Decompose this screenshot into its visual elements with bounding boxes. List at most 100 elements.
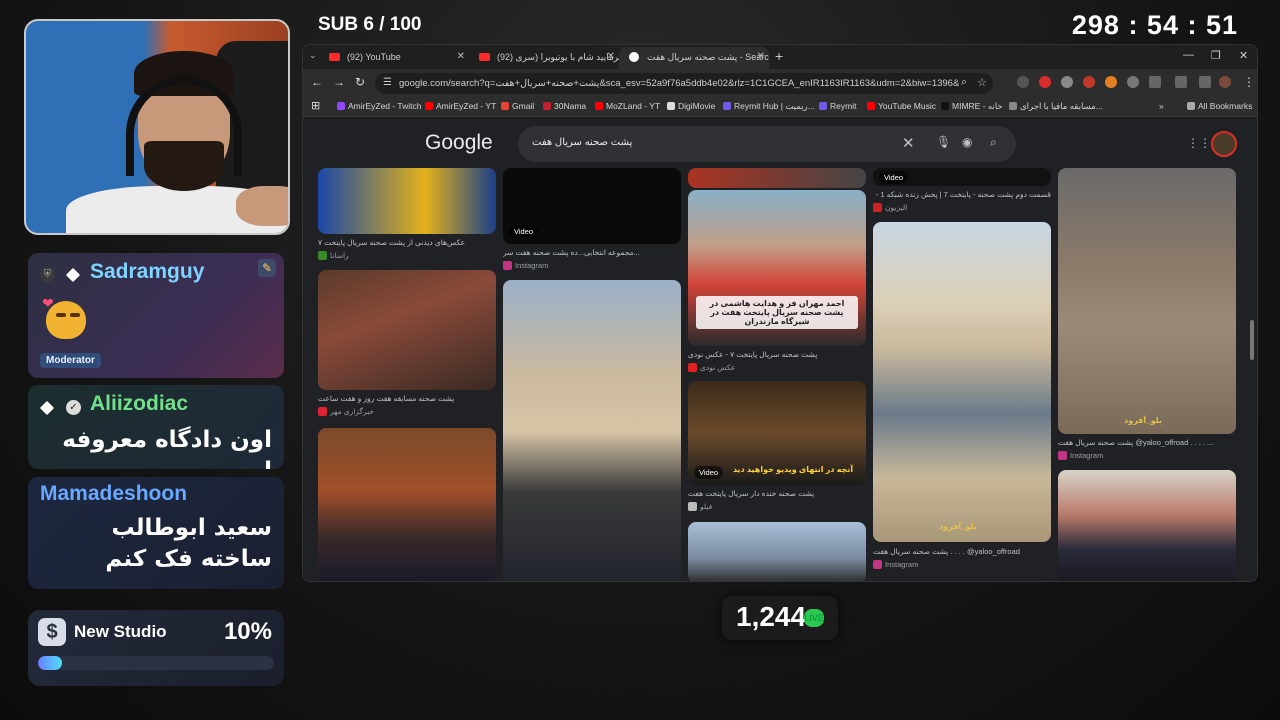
moderator-label: Moderator [40,353,101,368]
extension-icon[interactable] [1061,76,1073,88]
result-image[interactable] [1058,470,1236,581]
search-box[interactable]: پشت صحنه سریال هفت ✕ 🎙 ◉ ⌕ [518,126,1016,162]
bookmark-item[interactable]: Gmail [501,101,534,111]
browser-toolbar: ← → ↻ ☰ google.com/search?q=پشت+صحنه+سری… [303,69,1257,97]
instagram-icon [1058,451,1067,460]
tab-youtube[interactable]: (92) YouTube ✕ [319,47,469,69]
maximize-icon[interactable]: ❐ [1211,49,1221,62]
bookmark-item[interactable]: Reymit Hub | ریمیت... [723,101,815,112]
result-source[interactable]: الیزیون [873,203,907,212]
result-source[interactable]: عکس نودی [688,363,735,372]
all-bookmarks[interactable]: All Bookmarks [1187,101,1252,111]
result-video-thumb[interactable]: Video [503,168,681,244]
image-overlay-text: احمد مهران فر و هدایت هاشمی در پشت صحنه … [696,296,858,329]
goal-progress-fill [38,656,62,670]
result-video-thumb[interactable]: Video [873,168,1051,186]
extensions-puzzle-icon[interactable] [1149,76,1161,88]
reload-icon[interactable]: ↻ [355,75,365,89]
chat-username: Aliizodiac [90,392,189,415]
new-tab-icon[interactable]: + [775,48,783,64]
result-caption[interactable]: پشت صحنه مسابقه هفت روز و هفت ساعت [318,394,496,403]
result-caption[interactable]: پشت صحنه خنده دار سریال پایتخت هفت [688,489,866,498]
zoom-icon[interactable]: ⌕ [961,76,967,89]
pencil-badge-icon: ✎ [258,259,276,277]
result-image[interactable] [503,280,681,581]
result-image[interactable]: بلو_آفرود [1058,168,1236,434]
close-tab-icon[interactable]: ✕ [607,51,615,62]
result-caption[interactable]: ...مجموعه انتخابی...ده پشت صحنه هفت سر [503,248,681,257]
result-image[interactable] [318,428,496,581]
tab-strip: ⌄ (92) YouTube ✕ (92) بفرمایید شام با یو… [303,45,1257,69]
account-avatar[interactable] [1211,131,1237,157]
tab-search-icon[interactable]: ⌄ [309,50,317,61]
result-image[interactable] [318,168,496,234]
bookmark-item[interactable]: مسابقه مافیا با اجرای... [1009,101,1103,112]
result-source[interactable]: فیلو [688,502,712,511]
page-scrollbar[interactable] [1250,320,1254,360]
media-icon[interactable] [1199,76,1211,88]
bookmark-item[interactable]: 30Nama [543,101,586,111]
profile-avatar-icon[interactable] [1219,76,1231,88]
close-tab-icon[interactable]: ✕ [457,51,465,62]
extension-icon[interactable] [1083,76,1095,88]
bookmark-item[interactable]: Reymit [819,101,856,111]
voice-search-icon[interactable]: 🎙 [936,135,951,149]
result-image[interactable] [688,168,866,188]
result-image[interactable] [688,522,866,581]
bookmark-item[interactable]: AmirEyZed - Twitch [337,101,422,111]
result-caption[interactable]: قسمت دوم پشت صحنه - پایتخت 7 | پخش زنده … [873,190,1051,199]
instagram-icon [873,560,882,569]
tab-youtube-video[interactable]: (92) بفرمایید شام با یوتیوبرا (سری... ✕ [469,47,619,69]
result-image[interactable]: بلو_آفرود [873,222,1051,542]
chat-username: Sadramguy [90,260,205,283]
extension-icon[interactable] [1105,76,1117,88]
result-source[interactable]: Instagram [1058,451,1103,460]
result-source[interactable]: Instagram [503,261,548,270]
result-source[interactable]: راسانا [318,251,349,260]
viewer-count: 1,244 LIVE [722,596,838,640]
site-info-icon[interactable]: ☰ [383,77,392,88]
close-tab-icon[interactable]: ✕ [757,51,765,62]
browser-window: ⌄ (92) YouTube ✕ (92) بفرمایید شام با یو… [302,44,1258,582]
bookmark-item[interactable]: MIMRE - خانه [941,101,1003,112]
result-caption[interactable]: پشت صحنه سریال پایتخت ۷ - عکس نودی [688,350,866,359]
result-caption[interactable]: ... . . . . yaloo_offroad@ پشت صحنه سریا… [1058,438,1236,447]
chat-message: ⛨ Sadramguy ✎ ❤ Moderator [28,253,284,378]
chat-text: اون دادگاه معروفه امیر [62,427,272,469]
search-icon[interactable]: ⌕ [990,135,997,150]
result-video-thumb[interactable]: Video آنچه در انتهای ویدیو خواهید دید [688,381,866,485]
address-bar[interactable]: ☰ google.com/search?q=پشت+صحنه+سریال+هفت… [375,73,993,94]
more-bookmarks-icon[interactable]: » [1159,101,1164,111]
search-query[interactable]: پشت صحنه سریال هفت [532,137,632,148]
side-panel-icon[interactable] [1175,76,1187,88]
bookmark-item[interactable]: AmirEyZed - YT [425,101,496,111]
url-text: google.com/search?q=پشت+صحنه+سریال+هفت&s… [399,78,959,89]
bookmark-star-icon[interactable]: ☆ [977,76,987,89]
bookmark-item[interactable]: DigiMovie [667,101,715,111]
close-window-icon[interactable]: ✕ [1239,49,1248,62]
apps-grid-icon[interactable]: ⊞ [311,99,320,112]
result-caption[interactable]: عکس‌های دیدنی از پشت صحنه سریال پایتخت ۷ [318,238,496,247]
source-icon [318,251,327,260]
extension-icon[interactable] [1039,76,1051,88]
image-overlay-text: آنچه در انتهای ویدیو خواهید دید [732,465,854,474]
forward-icon[interactable]: → [333,75,345,89]
minimize-icon[interactable]: — [1183,49,1194,61]
result-source[interactable]: خبرگزاری مهر [318,407,374,416]
back-icon[interactable]: ← [311,75,323,89]
extension-icon[interactable] [1127,76,1139,88]
bookmark-item[interactable]: YouTube Music [867,101,936,111]
result-image[interactable] [318,270,496,390]
result-caption[interactable]: yaloo_offroad@ . . . . پشت صحنه سریال هف… [873,547,1051,556]
tab-google-search[interactable]: پشت صحنه سریال هفت - Search ✕ [619,47,769,69]
clear-search-icon[interactable]: ✕ [902,134,915,152]
result-image[interactable]: احمد مهران فر و هدایت هاشمی در پشت صحنه … [688,190,866,346]
digimovie-icon [667,102,675,110]
menu-kebab-icon[interactable]: ⋮ [1243,75,1255,89]
extension-icon[interactable] [1017,76,1029,88]
bookmark-item[interactable]: MoZLand - YT [595,101,660,111]
result-source[interactable]: Instagram [873,560,918,569]
google-logo[interactable]: Google [425,131,493,155]
reymit-icon [819,102,827,110]
lens-icon[interactable]: ◉ [962,135,972,149]
